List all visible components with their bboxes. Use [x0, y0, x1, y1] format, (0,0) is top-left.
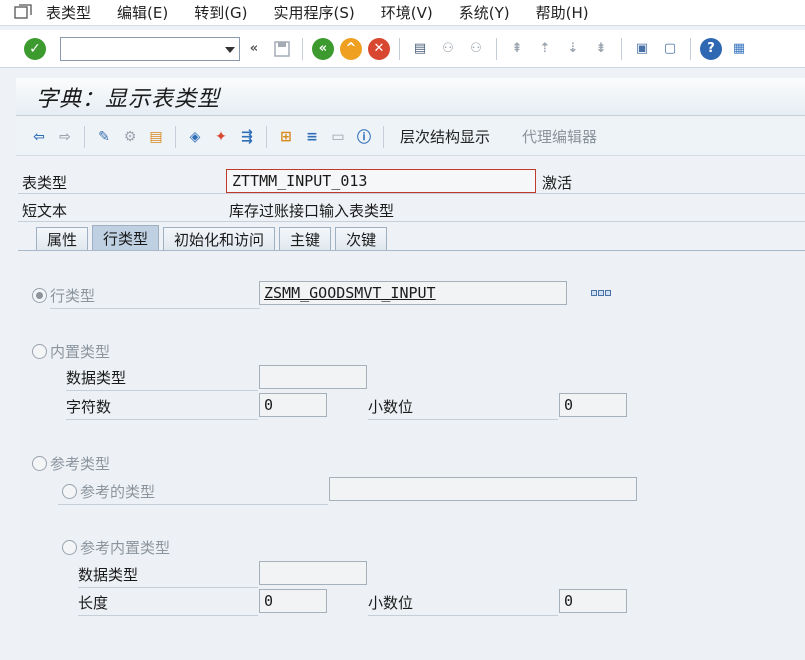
layout-icon[interactable]: ▦: [728, 38, 750, 60]
tab-strip: 属性 行类型 初始化和访问 主键 次键: [18, 225, 391, 251]
help-icon[interactable]: ?: [700, 37, 722, 60]
command-input[interactable]: [61, 37, 211, 60]
toolbar-separator: [266, 125, 267, 148]
ref-data-type-label: 数据类型: [78, 564, 258, 588]
toolbar-separator: [399, 37, 400, 60]
activate-icon[interactable]: ✦: [210, 126, 232, 148]
length-field[interactable]: 0: [259, 589, 327, 613]
row-type-field[interactable]: ZSMM_GOODSMVT_INPUT: [259, 281, 567, 305]
short-text-row: 短文本 库存过账接口输入表类型: [18, 196, 805, 222]
menu-help[interactable]: 帮助(H): [536, 2, 589, 23]
shortcut-icon[interactable]: ▢: [659, 38, 681, 60]
stack-icon[interactable]: ≡: [301, 126, 323, 148]
find-next-icon[interactable]: ⚇: [465, 38, 487, 60]
activation-status: 激活: [542, 174, 573, 192]
check-icon[interactable]: ◈: [184, 126, 206, 148]
system-menu-icon[interactable]: [14, 3, 34, 22]
char-count-label: 字符数: [66, 396, 258, 420]
back-icon[interactable]: «: [312, 37, 334, 60]
hierarchy-display-button[interactable]: 层次结构显示: [400, 126, 490, 147]
data-type-field[interactable]: [259, 365, 367, 389]
toolbar-separator: [621, 37, 622, 60]
display-change-icon[interactable]: ✎: [93, 126, 115, 148]
short-text-value: 库存过账接口输入表类型: [229, 202, 395, 220]
menu-goto[interactable]: 转到(G): [194, 2, 247, 23]
collapse-left-icon[interactable]: «: [243, 38, 265, 60]
data-type-label: 数据类型: [66, 367, 258, 391]
hierarchy-icon[interactable]: ⊞: [275, 126, 297, 148]
back-arrow-icon[interactable]: ⇦: [28, 126, 50, 148]
command-dropdown-icon[interactable]: [225, 46, 235, 53]
page-title: 字典：显示表类型: [36, 86, 221, 112]
other-object-icon[interactable]: ▤: [145, 126, 167, 148]
previous-page-icon[interactable]: ⇡: [534, 38, 556, 60]
proxy-editor-button[interactable]: 代理编辑器: [522, 126, 597, 147]
tab-secondary-key[interactable]: 次键: [335, 227, 388, 251]
toolbar-separator: [175, 125, 176, 148]
print-icon[interactable]: ▤: [409, 38, 431, 60]
info-icon[interactable]: ⓘ: [353, 126, 375, 148]
toolbar-separator: [690, 37, 691, 60]
row-type-panel: 行类型 ZSMM_GOODSMVT_INPUT 内置类型 数据类型 字符数 0 …: [18, 250, 805, 660]
find-icon[interactable]: ⚇: [437, 38, 459, 60]
builtin-type-label: 内置类型: [50, 343, 111, 361]
tab-row-type[interactable]: 行类型: [92, 225, 160, 251]
title-bar: 字典：显示表类型: [16, 78, 805, 116]
tab-attributes[interactable]: 属性: [36, 227, 89, 251]
length-label: 长度: [78, 592, 258, 616]
decimals-label: 小数位: [368, 396, 558, 420]
ref-data-type-field[interactable]: [259, 561, 367, 585]
table-type-field[interactable]: ZTTMM_INPUT_013: [226, 169, 536, 193]
decimals-field[interactable]: 0: [559, 393, 627, 417]
table-type-row: 表类型 ZTTMM_INPUT_013 激活: [18, 168, 805, 194]
char-count-field[interactable]: 0: [259, 393, 327, 417]
menu-table-type[interactable]: 表类型: [46, 2, 91, 23]
first-page-icon[interactable]: ⇞: [506, 38, 528, 60]
toolbar-separator: [302, 37, 303, 60]
radio-unselected-icon[interactable]: [62, 540, 77, 555]
ref-of-type-field[interactable]: [329, 477, 637, 501]
exit-icon[interactable]: ^: [340, 37, 362, 60]
cancel-icon[interactable]: ✕: [368, 37, 390, 60]
toolbar-separator: [84, 125, 85, 148]
builtin-type-radio[interactable]: 内置类型: [32, 341, 110, 362]
ref-type-label: 参考类型: [50, 455, 111, 473]
active-inactive-icon[interactable]: ⚙: [119, 126, 141, 148]
menu-system[interactable]: 系统(Y): [459, 2, 510, 23]
short-text-label: 短文本: [22, 202, 68, 220]
forward-arrow-icon[interactable]: ⇨: [54, 126, 76, 148]
radio-selected-icon[interactable]: [32, 288, 47, 303]
application-toolbar: ⇦ ⇨ ✎ ⚙ ▤ ◈ ✦ ⇶ ⊞ ≡ ▭ ⓘ 层次结构显示 代理编辑器: [16, 118, 805, 156]
standard-toolbar: ✓ « « ^ ✕ ▤ ⚇ ⚇ ⇞ ⇡ ⇣ ⇟ ▣ ▢ ? ▦: [0, 30, 805, 68]
radio-unselected-icon[interactable]: [32, 456, 47, 471]
last-page-icon[interactable]: ⇟: [590, 38, 612, 60]
enter-check-icon[interactable]: ✓: [24, 37, 46, 60]
ref-builtin-radio[interactable]: 参考内置类型: [62, 537, 170, 558]
save-icon[interactable]: [271, 38, 293, 60]
ref-of-type-underline: [58, 485, 328, 505]
table-type-label: 表类型: [22, 174, 68, 192]
where-used-icon[interactable]: ⇶: [236, 126, 258, 148]
ref-type-radio[interactable]: 参考类型: [32, 453, 110, 474]
menu-utilities[interactable]: 实用程序(S): [274, 2, 355, 23]
menu-environment[interactable]: 环境(V): [381, 2, 433, 23]
menu-bar: 表类型 编辑(E) 转到(G) 实用程序(S) 环境(V) 系统(Y) 帮助(H…: [0, 0, 805, 26]
table-icon[interactable]: ▭: [327, 126, 349, 148]
toolbar-separator: [383, 125, 384, 148]
ref-decimals-label: 小数位: [368, 592, 558, 616]
details-icon[interactable]: [591, 290, 611, 298]
ref-decimals-field[interactable]: 0: [559, 589, 627, 613]
create-session-icon[interactable]: ▣: [631, 38, 653, 60]
menu-edit[interactable]: 编辑(E): [117, 2, 168, 23]
command-field[interactable]: [60, 36, 240, 61]
row-type-underline: [50, 287, 260, 309]
radio-unselected-icon[interactable]: [32, 344, 47, 359]
next-page-icon[interactable]: ⇣: [562, 38, 584, 60]
toolbar-separator: [496, 37, 497, 60]
tab-primary-key[interactable]: 主键: [279, 227, 332, 251]
ref-builtin-label: 参考内置类型: [80, 539, 171, 557]
tab-initialization-access[interactable]: 初始化和访问: [163, 227, 276, 251]
